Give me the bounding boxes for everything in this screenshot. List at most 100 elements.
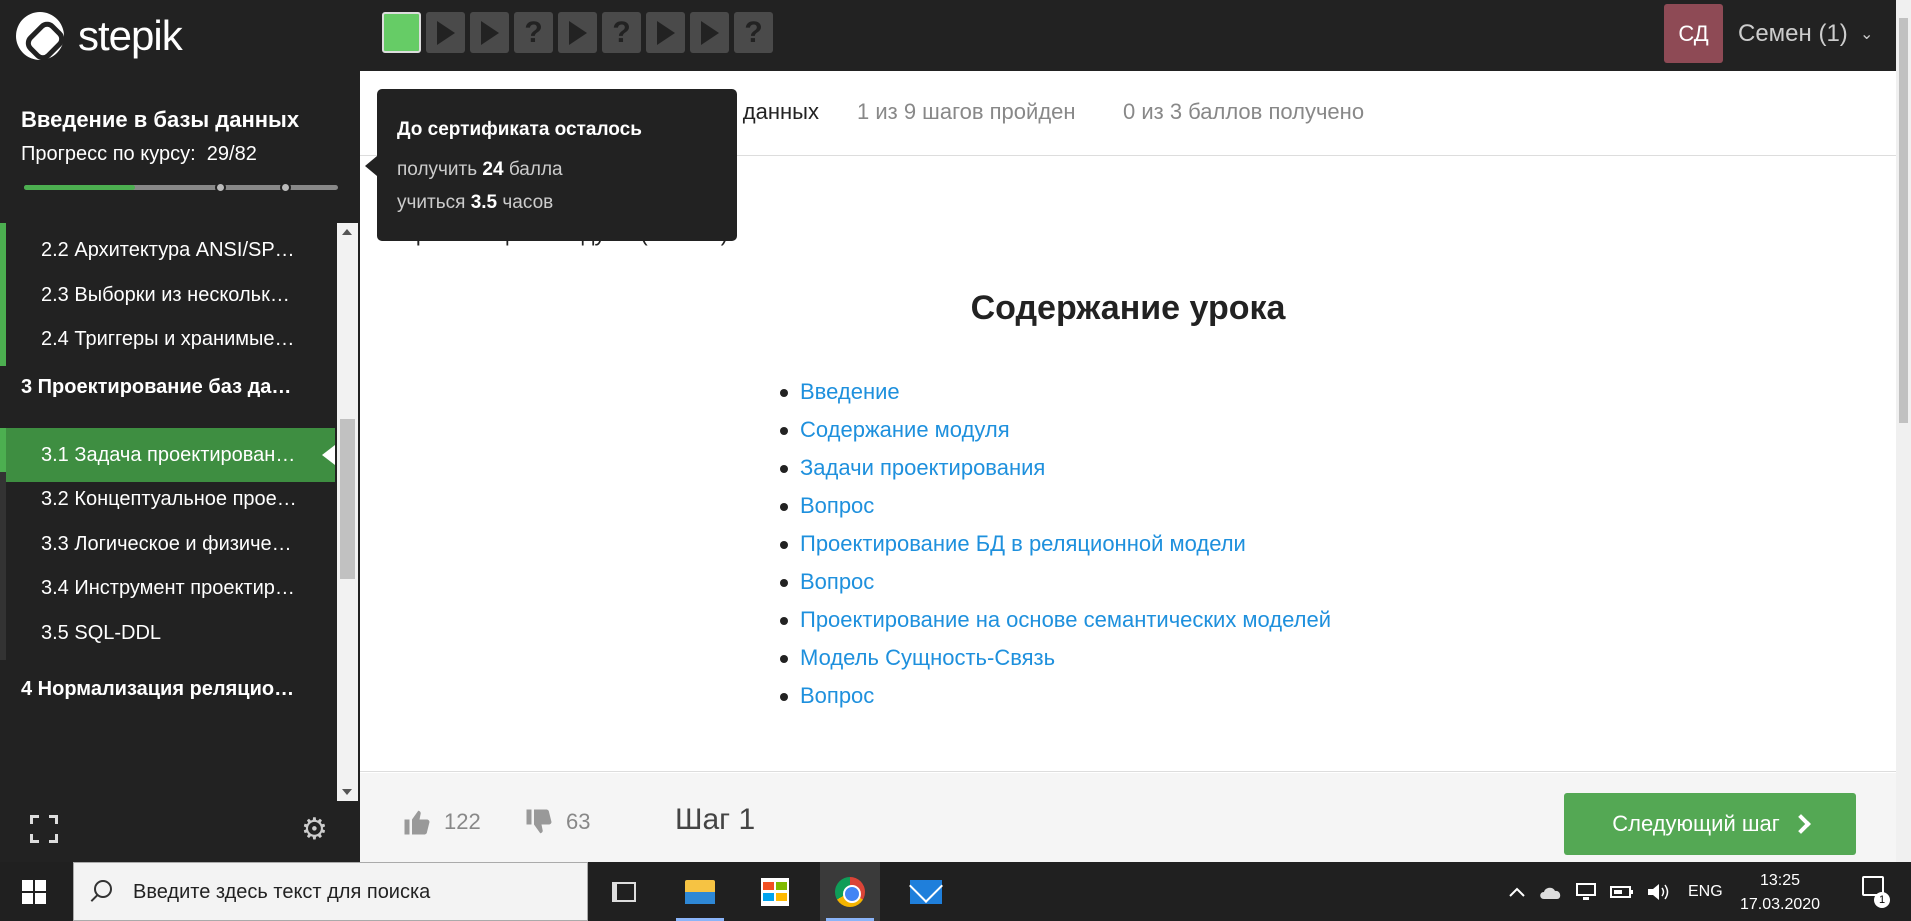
dislike-count: 63 — [566, 809, 591, 834]
play-icon — [480, 20, 499, 45]
toc-link[interactable]: Вопрос — [779, 563, 1331, 601]
avatar[interactable]: СД — [1664, 4, 1723, 63]
question-icon: ? — [524, 15, 543, 49]
task-view-button[interactable] — [594, 862, 654, 921]
top-bar: stepik ??? СД Семен (1) ⌄ — [0, 0, 1896, 71]
cloud-icon — [1540, 887, 1561, 899]
step-5-button[interactable] — [558, 12, 597, 53]
tooltip-points-value: 24 — [482, 159, 504, 180]
play-icon — [568, 20, 587, 45]
search-placeholder: Введите здесь текст для поиска — [133, 881, 431, 903]
course-title[interactable]: Введение в базы данных — [21, 107, 299, 133]
sidebar-item-label: 3.5 SQL-DDL — [41, 621, 162, 644]
course-progress: Прогресс по курсу: 29/82 — [21, 143, 257, 166]
tooltip-text: получить — [397, 159, 478, 180]
content-title: Содержание урока — [970, 289, 1286, 327]
sidebar-section[interactable]: 4 Нормализация реляцио… — [0, 659, 335, 719]
page-scroll-thumb[interactable] — [1899, 18, 1908, 423]
toc-link[interactable]: Введение — [779, 373, 1331, 411]
sidebar-item-label: 3.1 Задача проектирован… — [41, 443, 296, 466]
toc-link[interactable]: Модель Сущность-Связь — [779, 639, 1331, 677]
sidebar-item-label: 2.2 Архитектура ANSI/SP… — [41, 238, 295, 261]
sidebar-item-lesson[interactable]: 3.5 SQL-DDL — [0, 606, 335, 660]
chevron-down-icon[interactable]: ⌄ — [1860, 24, 1873, 44]
points-progress: 0 из 3 баллов получено — [1123, 99, 1365, 124]
mail-button[interactable] — [896, 862, 956, 921]
toc-link[interactable]: Задачи проектирования — [779, 449, 1331, 487]
mail-icon — [910, 879, 942, 904]
chevron-right-icon — [1790, 814, 1811, 834]
network-tray[interactable] — [1574, 862, 1598, 921]
clock-date: 17.03.2020 — [1740, 896, 1821, 913]
show-hidden-icons[interactable] — [1508, 862, 1526, 921]
step-1-button[interactable] — [382, 12, 421, 53]
step-navigation: ??? — [382, 12, 773, 53]
volume-tray[interactable] — [1646, 862, 1670, 921]
play-icon — [700, 20, 719, 45]
step-9-button[interactable]: ? — [734, 12, 773, 53]
language-indicator[interactable]: ENG — [1688, 862, 1723, 921]
toc-link[interactable]: Содержание модуля — [779, 411, 1331, 449]
sidebar-item-label: 3.3 Логическое и физиче… — [41, 532, 292, 555]
sidebar-section-label: 3 Проектирование баз да… — [21, 375, 292, 398]
chevron-up-icon — [1509, 887, 1525, 897]
system-clock[interactable]: 13:25 17.03.2020 — [1740, 869, 1820, 917]
play-icon — [436, 20, 455, 45]
thumbs-down-icon — [526, 809, 552, 834]
taskbar-search-input[interactable]: Введите здесь текст для поиска — [73, 862, 588, 921]
tooltip-text: балла — [508, 159, 563, 180]
battery-tray[interactable] — [1610, 862, 1634, 921]
step-4-button[interactable]: ? — [514, 12, 553, 53]
user-name[interactable]: Семен (1) — [1738, 20, 1848, 48]
scroll-up-arrow-icon[interactable] — [342, 229, 352, 235]
page-scrollbar[interactable] — [1896, 0, 1911, 862]
course-progress-fill — [24, 185, 136, 190]
step-6-button[interactable]: ? — [602, 12, 641, 53]
chrome-button[interactable] — [820, 862, 880, 921]
store-icon — [761, 877, 789, 906]
scroll-down-arrow-icon[interactable] — [342, 789, 352, 795]
course-sidebar: Введение в базы данных Прогресс по курсу… — [0, 71, 360, 862]
ms-store-button[interactable] — [745, 862, 805, 921]
dislike-button[interactable]: 63 — [524, 807, 590, 837]
network-icon — [1576, 882, 1596, 900]
toc-link[interactable]: Вопрос — [779, 677, 1331, 715]
folder-icon — [685, 879, 715, 904]
step-footer: 122 63 Шаг 1 Следующий шаг — [360, 773, 1896, 862]
next-step-button[interactable]: Следующий шаг — [1564, 793, 1856, 855]
stepik-logo[interactable]: stepik — [16, 12, 183, 60]
tooltip-text: часов — [502, 192, 554, 213]
tooltip-hours-value: 3.5 — [470, 192, 498, 213]
progress-milestone-dot — [280, 182, 291, 193]
lesson-list: 2.2 Архитектура ANSI/SP… 2.3 Выборки из н… — [0, 223, 335, 801]
step-3-button[interactable] — [470, 12, 509, 53]
speaker-icon — [1648, 883, 1669, 900]
sidebar-scroll-thumb[interactable] — [340, 419, 355, 579]
step-7-button[interactable] — [646, 12, 685, 53]
play-icon — [656, 20, 675, 45]
stepik-logo-icon — [16, 12, 64, 60]
course-progress-bar — [24, 182, 338, 193]
step-2-button[interactable] — [426, 12, 465, 53]
toc-link[interactable]: Проектирование на основе семантических м… — [779, 601, 1331, 639]
steps-progress: 1 из 9 шагов пройден — [857, 99, 1076, 124]
like-button[interactable]: 122 — [402, 807, 481, 837]
gear-icon[interactable]: ⚙ — [301, 815, 328, 845]
sidebar-item-label: 3.4 Инструмент проектир… — [41, 576, 295, 599]
chrome-icon — [835, 876, 865, 907]
lesson-title: в данных — [725, 99, 819, 124]
fullscreen-icon[interactable] — [30, 815, 58, 843]
sidebar-scrollbar[interactable] — [337, 223, 358, 801]
certificate-tooltip: До сертификата осталось получить 24 балл… — [365, 89, 737, 241]
onedrive-tray[interactable] — [1538, 862, 1564, 921]
file-explorer-button[interactable] — [670, 862, 730, 921]
notification-count-badge: 1 — [1874, 892, 1890, 908]
windows-start-icon[interactable] — [22, 880, 46, 904]
app-root: stepik ??? СД Семен (1) ⌄ Введение в баз… — [0, 0, 1911, 921]
next-step-label: Следующий шаг — [1612, 811, 1780, 836]
sidebar-section[interactable]: 3 Проектирование баз да… — [0, 357, 335, 417]
task-view-icon — [612, 881, 636, 902]
toc-link[interactable]: Вопрос — [779, 487, 1331, 525]
toc-link[interactable]: Проектирование БД в реляционной модели — [779, 525, 1331, 563]
step-8-button[interactable] — [690, 12, 729, 53]
